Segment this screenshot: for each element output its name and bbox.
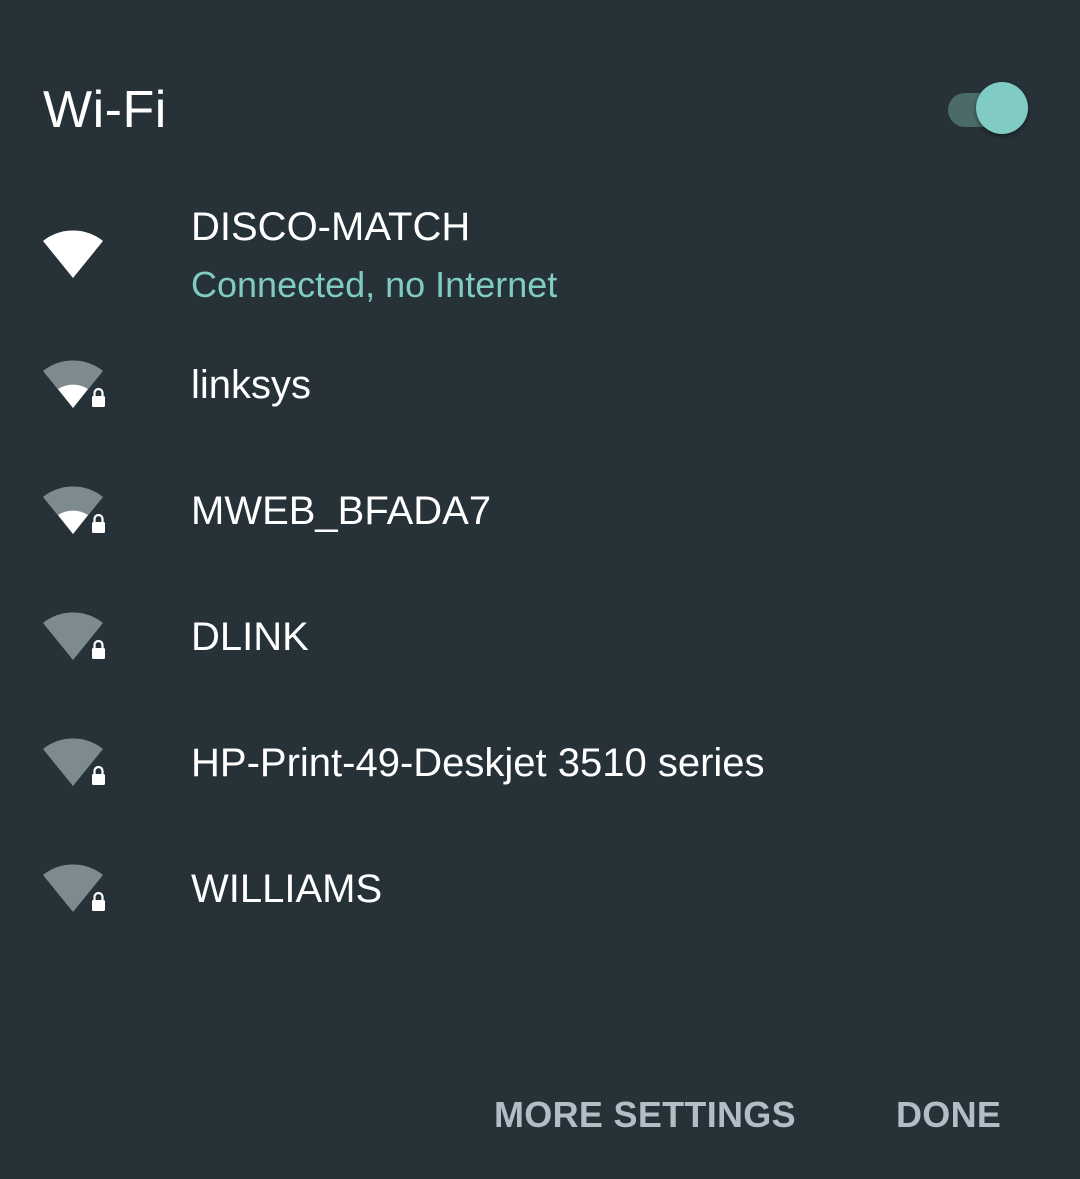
dialog-actions: MORE SETTINGS DONE [0,1070,1080,1160]
network-ssid: DISCO-MATCH [191,205,471,249]
wifi-signal-full-icon [40,226,110,286]
wifi-toggle-thumb [976,82,1028,134]
wifi-dialog: Wi-Fi DISCO-MATCH Connected, no Internet [0,0,1080,1179]
network-status: Connected, no Internet [191,264,558,305]
dialog-title: Wi-Fi [43,81,167,139]
network-item-dlink[interactable]: DLINK [0,572,1080,698]
more-settings-button[interactable]: MORE SETTINGS [494,1090,796,1140]
network-ssid: MWEB_BFADA7 [191,489,492,533]
wifi-signal-lock-icon [40,860,110,920]
network-ssid: WILLIAMS [191,867,383,911]
network-ssid: HP-Print-49-Deskjet 3510 series [191,741,765,785]
network-list: DISCO-MATCH Connected, no Internet links… [0,190,1080,950]
network-item-mweb-bfada7[interactable]: MWEB_BFADA7 [0,446,1080,572]
wifi-signal-lock-icon [40,734,110,794]
dialog-header: Wi-Fi [0,60,1080,160]
wifi-toggle[interactable] [944,80,1034,140]
network-item-linksys[interactable]: linksys [0,320,1080,446]
network-ssid: DLINK [191,615,309,659]
done-button[interactable]: DONE [896,1090,1001,1140]
wifi-signal-lock-icon [40,482,110,542]
network-item-williams[interactable]: WILLIAMS [0,824,1080,950]
network-item-hp-print[interactable]: HP-Print-49-Deskjet 3510 series [0,698,1080,824]
network-item-disco-match[interactable]: DISCO-MATCH Connected, no Internet [0,190,1080,320]
wifi-signal-lock-icon [40,608,110,668]
wifi-signal-lock-icon [40,356,110,416]
network-ssid: linksys [191,363,312,407]
